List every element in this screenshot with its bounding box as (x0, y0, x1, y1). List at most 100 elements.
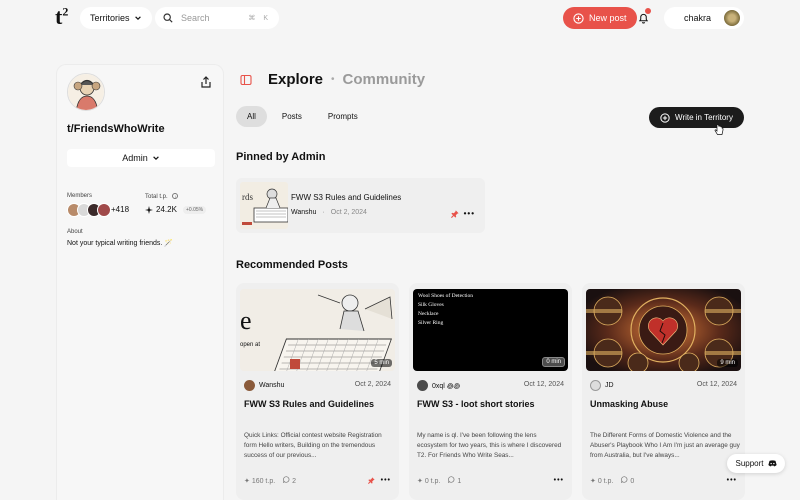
post-card-excerpt: The Different Forms of Domestic Violence… (590, 432, 740, 459)
page-header: Explore • Community (240, 71, 425, 88)
tp-value: 0 t.p. (424, 477, 441, 485)
hand-cursor-icon (714, 124, 724, 135)
plus-circle-icon (573, 12, 584, 24)
author-avatar (590, 380, 601, 391)
tp-value: 160 t.p. (251, 477, 276, 485)
tab-prompts[interactable]: Prompts (317, 106, 369, 127)
support-button[interactable]: Support (727, 454, 785, 473)
comment-value: 0 (630, 478, 635, 485)
pinned-section-title: Pinned by Admin (236, 151, 326, 163)
pinned-post-thumbnail: rds (240, 182, 288, 229)
pinned-post[interactable]: rds FWW S3 Rules and Guidelines Wanshu ·… (236, 178, 485, 233)
post-card-title[interactable]: FWW S3 Rules and Guidelines (244, 399, 374, 409)
post-card-excerpt: Quick Links: Official contest website Re… (244, 432, 382, 459)
comment-value: 2 (292, 478, 297, 485)
comment-count[interactable]: 0 (621, 476, 634, 485)
total-tp-value: 24.2K (145, 205, 177, 214)
pin-icon (450, 209, 459, 218)
tp-count: ✦ 0 t.p. (417, 477, 441, 485)
pinned-post-author[interactable]: Wanshu (291, 209, 316, 216)
card-actions: ••• (554, 477, 564, 484)
author-name: 0xql ꩜꩜ (432, 382, 461, 390)
comment-count[interactable]: 2 (283, 476, 296, 485)
total-tp-label: Total t.p. i (145, 193, 179, 200)
chevron-down-icon (134, 16, 141, 21)
comment-icon (448, 476, 455, 484)
read-time-badge: 0 min (542, 357, 565, 367)
tp-count: ✦ 160 t.p. (244, 477, 276, 485)
post-card-author[interactable]: 0xql ꩜꩜ (417, 380, 460, 391)
user-menu[interactable]: chakra (664, 7, 744, 29)
filter-tabs: All Posts Prompts (236, 106, 369, 127)
search-input[interactable]: Search ⌘ K (155, 7, 279, 29)
card-image-line: Wool Shoes of Detection (418, 293, 474, 299)
notifications-button[interactable] (634, 8, 652, 27)
post-card[interactable]: e open at 5 min Wanshu Oct 2, 2024 FWW S… (236, 283, 399, 500)
comment-value: 1 (457, 478, 462, 485)
total-tp-change: +0.05% (183, 206, 207, 214)
search-shortcut: ⌘ K (248, 15, 271, 22)
member-avatars[interactable] (67, 203, 111, 217)
community-title[interactable]: Community (343, 71, 426, 88)
logo-sup: 2 (62, 4, 69, 19)
tab-all[interactable]: All (236, 106, 267, 127)
card-image-line: Silver Ring (418, 320, 444, 326)
post-card-date: Oct 12, 2024 (696, 381, 737, 388)
pinned-post-title[interactable]: FWW S3 Rules and Guidelines (291, 193, 401, 202)
post-card[interactable]: Wool Shoes of Detection Silk Gloves Neck… (409, 283, 572, 500)
author-name: Wanshu (259, 382, 285, 389)
search-placeholder: Search (181, 13, 210, 23)
author-avatar (244, 380, 255, 391)
territory-avatar (67, 73, 105, 111)
post-card-author[interactable]: JD (590, 380, 614, 391)
card-image-line: Silk Gloves (418, 302, 444, 308)
post-card-title[interactable]: Unmasking Abuse (590, 399, 668, 409)
search-icon (163, 13, 173, 23)
more-options-icon[interactable]: ••• (464, 209, 475, 218)
post-card-excerpt: My name is ql. I've been following the l… (417, 432, 562, 459)
tab-posts[interactable]: Posts (271, 106, 313, 127)
post-card-image: e open at 5 min (240, 289, 395, 371)
sidebar-toggle-icon[interactable] (240, 74, 252, 86)
total-tp-number: 24.2K (156, 205, 177, 214)
post-card[interactable]: 9 min JD Oct 12, 2024 Unmasking Abuse Th… (582, 283, 745, 500)
support-label: Support (735, 459, 764, 468)
username: chakra (684, 13, 712, 23)
svg-text:rds: rds (242, 192, 253, 202)
tp-count: ✦ 0 t.p. (590, 477, 614, 485)
more-options-icon[interactable]: ••• (554, 477, 564, 484)
territories-label: Territories (90, 13, 130, 23)
post-card-footer: ✦ 0 t.p. 1 ••• (417, 476, 564, 485)
tp-value: 0 t.p. (597, 477, 614, 485)
more-options-icon[interactable]: ••• (727, 477, 737, 484)
comment-count[interactable]: 1 (448, 476, 461, 485)
write-in-territory-button[interactable]: Write in Territory (649, 107, 744, 128)
chevron-down-icon (152, 156, 159, 161)
header-separator: • (331, 74, 335, 85)
discord-icon (767, 460, 777, 467)
territories-dropdown[interactable]: Territories (80, 7, 152, 29)
comment-icon (621, 476, 628, 484)
card-actions: ••• (727, 477, 737, 484)
about-text: Not your typical writing friends. 🪄 (67, 240, 173, 247)
user-avatar (724, 10, 740, 26)
pinned-post-date: Oct 2, 2024 (330, 209, 367, 216)
pin-icon (367, 477, 375, 484)
card-actions: ••• (367, 477, 391, 484)
author-avatar (417, 380, 428, 391)
t2-logo[interactable]: t2 (55, 4, 68, 30)
post-card-author[interactable]: Wanshu (244, 380, 284, 391)
author-name: JD (605, 382, 614, 389)
post-card-title[interactable]: FWW S3 - loot short stories (417, 399, 535, 409)
notification-dot (645, 8, 651, 14)
post-card-image: 9 min (586, 289, 741, 371)
explore-title[interactable]: Explore (268, 71, 323, 88)
meta-separator: · (322, 209, 325, 216)
comment-icon (283, 476, 290, 484)
info-icon[interactable]: i (172, 193, 179, 199)
share-icon[interactable] (199, 75, 213, 89)
new-post-button[interactable]: New post (563, 7, 637, 29)
about-label: About (67, 229, 83, 235)
admin-dropdown[interactable]: Admin (67, 149, 215, 167)
more-options-icon[interactable]: ••• (381, 477, 391, 484)
